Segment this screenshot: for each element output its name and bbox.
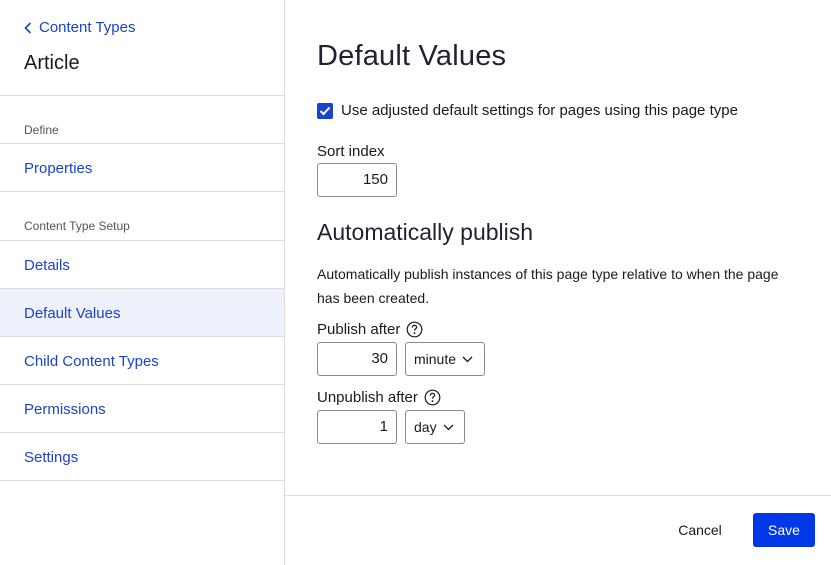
- unpublish-after-input[interactable]: 1: [317, 410, 397, 444]
- use-adjusted-defaults-label: Use adjusted default settings for pages …: [341, 102, 738, 119]
- page-title: Default Values: [317, 40, 507, 72]
- publish-after-label-row: Publish after: [317, 321, 423, 338]
- sort-index-label: Sort index: [317, 143, 385, 160]
- unpublish-after-label: Unpublish after: [317, 389, 418, 406]
- auto-publish-description: Automatically publish instances of this …: [317, 266, 779, 306]
- unpublish-after-label-row: Unpublish after: [317, 389, 441, 406]
- use-adjusted-defaults-checkbox[interactable]: [317, 102, 333, 119]
- checkmark-icon: [319, 106, 331, 115]
- help-icon[interactable]: [424, 389, 441, 406]
- sidebar-item-settings[interactable]: Settings: [0, 433, 284, 481]
- sort-index-input[interactable]: 150: [317, 163, 397, 197]
- divider: [0, 480, 284, 481]
- sidebar-item-child-content-types[interactable]: Child Content Types: [0, 337, 284, 385]
- section-label-content-type-setup: Content Type Setup: [24, 219, 130, 233]
- auto-publish-heading: Automatically publish: [317, 219, 534, 245]
- save-button[interactable]: Save: [753, 513, 815, 547]
- back-to-content-types-link[interactable]: Content Types: [24, 19, 135, 36]
- publish-after-unit-select[interactable]: minute: [405, 342, 485, 376]
- chevron-down-icon: [462, 356, 473, 362]
- sidebar: Content Types Article Define Properties …: [0, 0, 285, 565]
- publish-after-unit-value: minute: [414, 351, 457, 367]
- main-panel: Default Values Use adjusted default sett…: [285, 0, 831, 565]
- content-type-title: Article: [24, 52, 80, 74]
- chevron-left-icon: [24, 21, 32, 34]
- sidebar-item-permissions[interactable]: Permissions: [0, 385, 284, 433]
- help-icon[interactable]: [406, 321, 423, 338]
- divider: [0, 191, 284, 192]
- unpublish-after-unit-select[interactable]: day: [405, 410, 465, 444]
- section-label-define: Define: [24, 123, 59, 137]
- chevron-down-icon: [443, 424, 454, 430]
- sidebar-item-details[interactable]: Details: [0, 241, 284, 289]
- publish-after-label: Publish after: [317, 321, 401, 338]
- footer-divider: [285, 495, 831, 496]
- cancel-button[interactable]: Cancel: [665, 513, 735, 547]
- use-adjusted-defaults-row: Use adjusted default settings for pages …: [317, 102, 738, 119]
- unpublish-after-unit-value: day: [414, 419, 437, 435]
- divider: [0, 95, 284, 96]
- publish-after-input[interactable]: 30: [317, 342, 397, 376]
- back-link-label: Content Types: [39, 19, 136, 36]
- sidebar-item-properties[interactable]: Properties: [0, 144, 284, 192]
- sidebar-item-default-values[interactable]: Default Values: [0, 289, 284, 337]
